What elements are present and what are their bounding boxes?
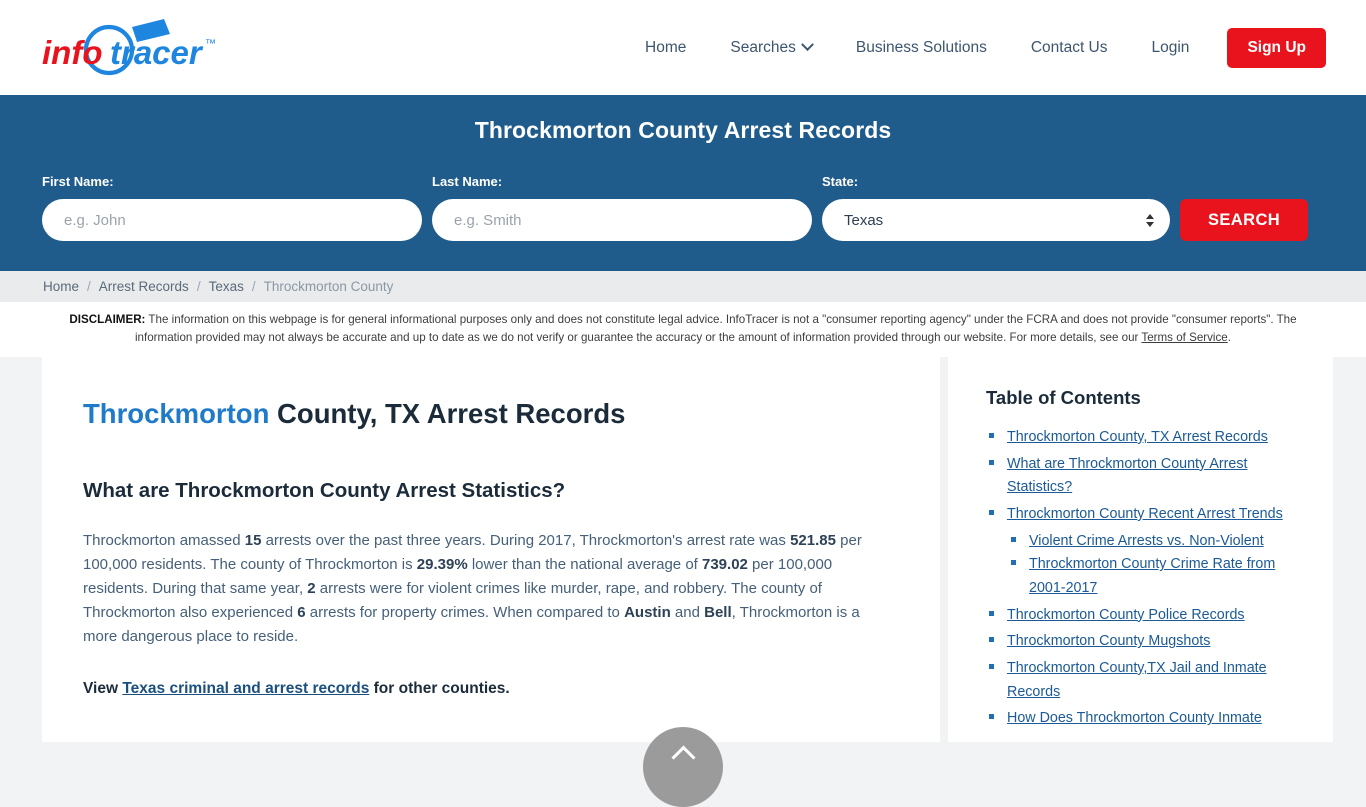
- toc-item: How Does Throckmorton County Inmate: [986, 706, 1295, 730]
- toc-subitem: Violent Crime Arrests vs. Non-Violent: [1008, 529, 1295, 553]
- toc-item: Throckmorton County Police Records: [986, 603, 1295, 627]
- nav-item-contact-us[interactable]: Contact Us: [1009, 29, 1130, 67]
- disclaimer-tail: .: [1227, 330, 1231, 344]
- view-suffix: for other counties.: [369, 680, 510, 698]
- nav-item-login[interactable]: Login: [1130, 29, 1212, 67]
- toc-link[interactable]: Throckmorton County,TX Jail and Inmate R…: [1007, 660, 1267, 700]
- stat-value: Bell: [704, 604, 732, 622]
- toc-list: Throckmorton County, TX Arrest Records Wh…: [986, 425, 1295, 730]
- chevron-down-icon: [800, 38, 814, 52]
- texas-records-link[interactable]: Texas criminal and arrest records: [122, 680, 369, 697]
- nav-item-home[interactable]: Home: [623, 29, 708, 67]
- paragraph-text: arrests over the past three years. Durin…: [261, 532, 791, 550]
- last-name-field-group: Last Name:: [432, 174, 812, 241]
- breadcrumb-separator: /: [87, 279, 91, 294]
- toc-link[interactable]: Throckmorton County Recent Arrest Trends: [1007, 506, 1283, 522]
- toc-item: Throckmorton County Mugshots: [986, 629, 1295, 653]
- breadcrumb-separator: /: [251, 279, 256, 294]
- statistics-paragraph: Throckmorton amassed 15 arrests over the…: [83, 529, 880, 649]
- scroll-to-top-button[interactable]: [643, 727, 723, 807]
- site-header: info tracer ™ Home Searches Business Sol…: [0, 0, 1366, 95]
- infotracer-logo[interactable]: info tracer ™: [36, 17, 236, 79]
- search-button[interactable]: SEARCH: [1180, 199, 1309, 241]
- view-prefix: View: [83, 680, 123, 698]
- toc-sublink[interactable]: Throckmorton County Crime Rate from 2001…: [1029, 556, 1275, 596]
- nav-item-searches[interactable]: Searches: [708, 29, 833, 67]
- toc-item: Throckmorton County, TX Arrest Records: [986, 425, 1295, 449]
- toc-item: Throckmorton County Recent Arrest Trends: [986, 502, 1295, 526]
- breadcrumb-item-texas[interactable]: Texas: [209, 279, 244, 294]
- breadcrumb-item-home[interactable]: Home: [43, 279, 79, 294]
- logo-icon: info tracer ™: [42, 18, 216, 75]
- paragraph-text: arrests for property crimes. When compar…: [305, 604, 625, 622]
- hero-title: Throckmorton County Arrest Records: [474, 117, 892, 143]
- main-content-card: Throckmorton County, TX Arrest Records W…: [42, 356, 940, 742]
- toc-link[interactable]: What are Throckmorton County Arrest Stat…: [1007, 456, 1248, 496]
- sign-up-button[interactable]: Sign Up: [1227, 27, 1326, 68]
- breadcrumb: Home / Arrest Records / Texas / Throckmo…: [0, 271, 1366, 302]
- search-form: First Name: Last Name: State: Texas SEAR…: [42, 174, 1324, 241]
- paragraph-text: lower than the national average of: [467, 556, 702, 574]
- breadcrumb-item-current: Throckmorton County: [263, 279, 394, 294]
- toc-sublink[interactable]: Violent Crime Arrests vs. Non-Violent: [1029, 533, 1264, 549]
- stat-value: 6: [297, 604, 306, 622]
- stat-value: 2: [307, 580, 316, 598]
- breadcrumb-separator: /: [196, 279, 201, 294]
- nav-item-business-solutions[interactable]: Business Solutions: [834, 29, 1009, 67]
- nav-label: Login: [1151, 38, 1190, 56]
- last-name-label: Last Name:: [432, 174, 503, 189]
- state-field-group: State: Texas: [822, 174, 1170, 241]
- toc-link[interactable]: Throckmorton County Police Records: [1007, 607, 1245, 623]
- terms-of-service-link[interactable]: Terms of Service: [1141, 331, 1227, 344]
- toc-title: Table of Contents: [986, 386, 1141, 408]
- svg-text:tracer: tracer: [110, 34, 204, 71]
- page-title-highlight: Throckmorton: [83, 397, 270, 429]
- page-title-rest: County, TX Arrest Records: [269, 397, 626, 429]
- disclaimer-label: DISCLAIMER:: [69, 313, 146, 326]
- nav-label: Contact Us: [1030, 38, 1108, 56]
- toc-sublist: Violent Crime Arrests vs. Non-Violent Thr…: [1008, 529, 1295, 600]
- view-other-counties-line: View Texas criminal and arrest records f…: [83, 680, 880, 698]
- toc-link[interactable]: How Does Throckmorton County Inmate: [1007, 710, 1262, 726]
- page-title: Throckmorton County, TX Arrest Records: [83, 397, 880, 431]
- disclaimer-text: The information on this webpage is for g…: [134, 313, 1297, 344]
- section-heading-statistics: What are Throckmorton County Arrest Stat…: [83, 479, 566, 503]
- nav-label: Home: [645, 38, 687, 56]
- breadcrumb-item-arrest-records[interactable]: Arrest Records: [99, 279, 189, 294]
- nav-label: Searches: [730, 38, 796, 56]
- toc-item: Throckmorton County,TX Jail and Inmate R…: [986, 656, 1295, 703]
- last-name-input[interactable]: [432, 199, 812, 241]
- toc-item: What are Throckmorton County Arrest Stat…: [986, 452, 1295, 499]
- stat-value: 739.02: [702, 556, 748, 574]
- stat-value: 15: [244, 532, 262, 550]
- svg-text:™: ™: [205, 38, 216, 50]
- state-select-value: Texas: [844, 211, 884, 229]
- table-of-contents-card: Table of Contents Throckmorton County, T…: [948, 356, 1333, 742]
- chevron-up-icon: [670, 745, 696, 770]
- first-name-label: First Name:: [42, 174, 114, 189]
- stat-value: 521.85: [790, 532, 836, 550]
- state-select[interactable]: Texas: [822, 199, 1170, 241]
- toc-link[interactable]: Throckmorton County Mugshots: [1007, 633, 1210, 649]
- toc-link[interactable]: Throckmorton County, TX Arrest Records: [1007, 429, 1268, 445]
- first-name-input[interactable]: [42, 199, 422, 241]
- nav-label: Business Solutions: [855, 38, 987, 56]
- stat-value: 29.39%: [416, 556, 468, 574]
- state-label: State:: [822, 174, 859, 189]
- paragraph-text: Throckmorton amassed: [83, 532, 245, 550]
- page-body: Throckmorton County, TX Arrest Records W…: [0, 356, 1366, 742]
- paragraph-text: and: [670, 604, 705, 622]
- hero-search-section: Throckmorton County Arrest Records First…: [0, 95, 1366, 271]
- svg-text:info: info: [42, 34, 102, 71]
- select-spinner-icon: [1146, 213, 1154, 227]
- first-name-field-group: First Name:: [42, 174, 422, 241]
- stat-value: Austin: [624, 604, 671, 622]
- disclaimer-banner: DISCLAIMER: The information on this webp…: [0, 302, 1366, 357]
- toc-subitem: Throckmorton County Crime Rate from 2001…: [1008, 552, 1295, 599]
- main-navigation: Home Searches Business Solutions Contact…: [623, 27, 1326, 68]
